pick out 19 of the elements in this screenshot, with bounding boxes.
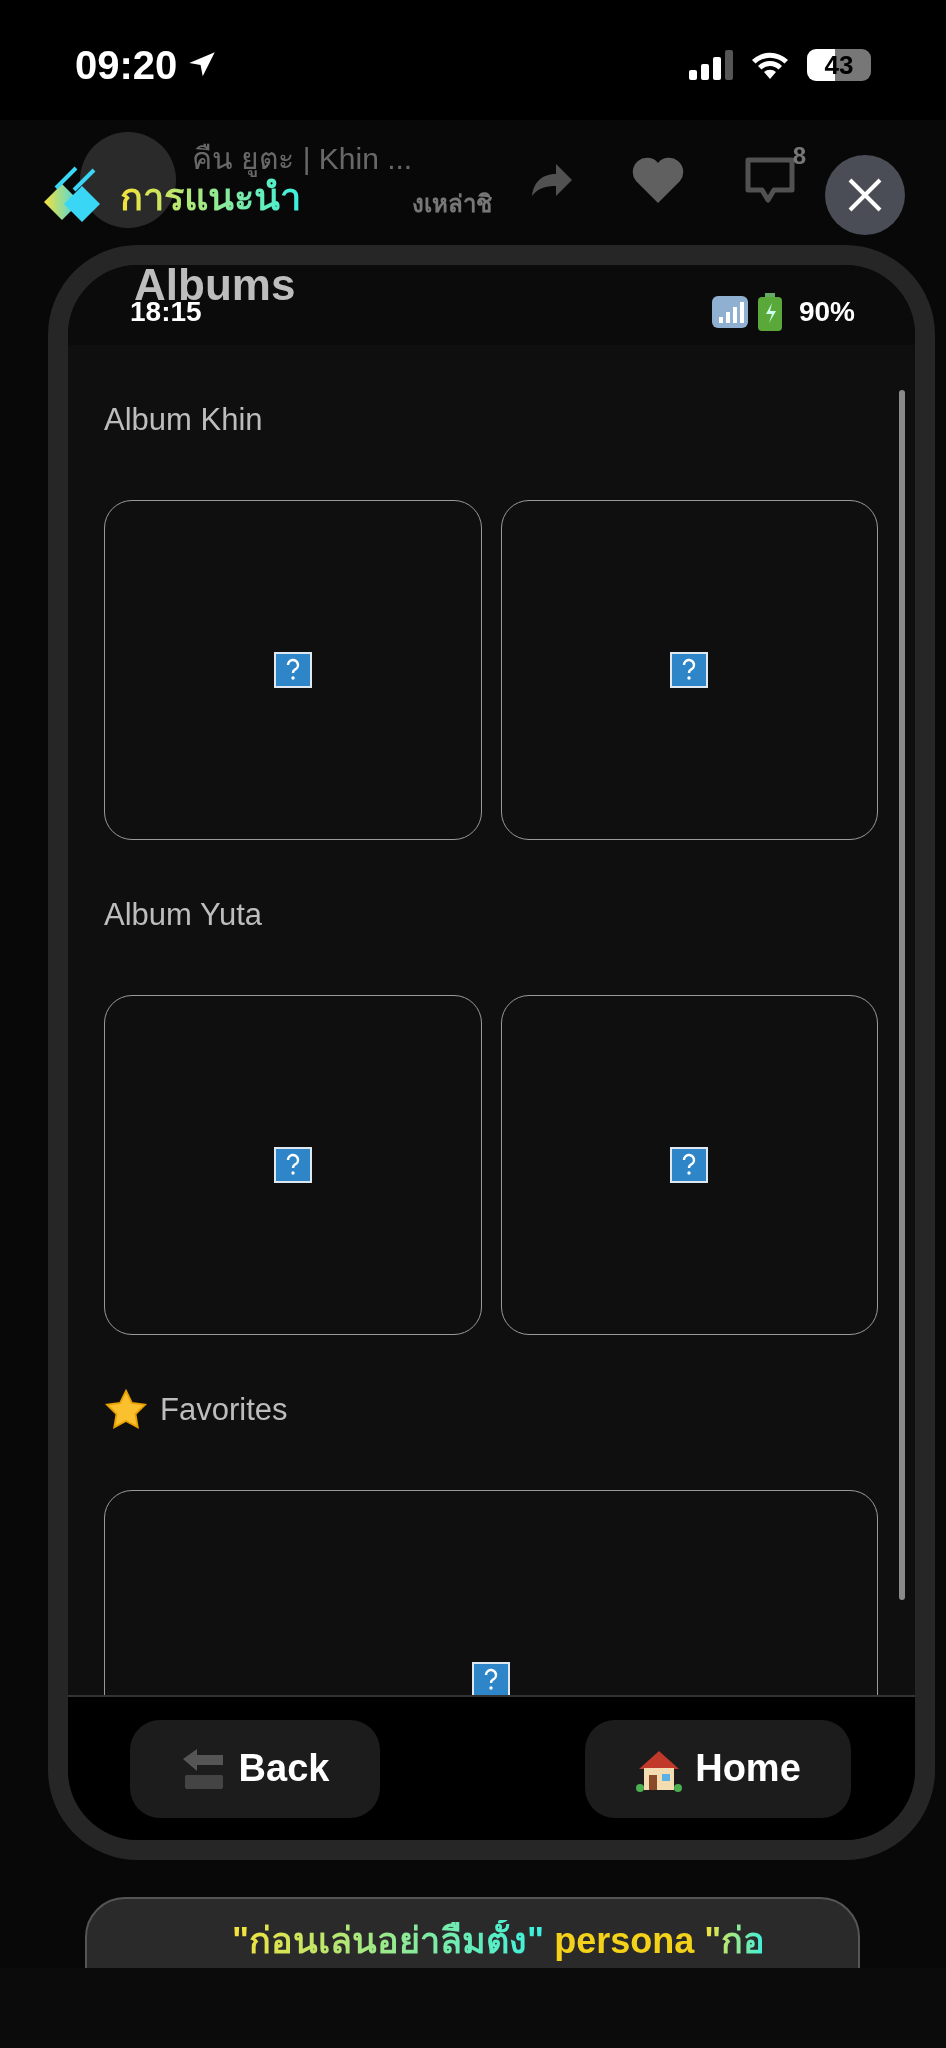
signal-icon [689, 50, 733, 80]
close-icon [847, 177, 883, 213]
section-title: Album Khin [104, 401, 263, 439]
broken-image-icon [273, 1147, 312, 1183]
section-title: Album Yuta [104, 896, 262, 934]
back-button[interactable]: Back [130, 1719, 380, 1818]
broken-image-icon [273, 652, 312, 688]
section-title: Favorites [160, 1391, 288, 1429]
battery-icon [756, 293, 783, 331]
signal-icon [710, 295, 749, 329]
broken-image-icon [670, 652, 709, 688]
comment-count: 8 [792, 141, 806, 171]
home-button[interactable]: Home [585, 1719, 851, 1818]
broken-image-icon [472, 1662, 510, 1695]
device-battery: 90% [798, 295, 855, 329]
broken-image-icon [670, 1147, 709, 1183]
heart-icon[interactable] [630, 155, 686, 205]
chat-subtitle: งเหล่าชิ [412, 190, 492, 218]
status-time: 09:20 [75, 42, 178, 89]
